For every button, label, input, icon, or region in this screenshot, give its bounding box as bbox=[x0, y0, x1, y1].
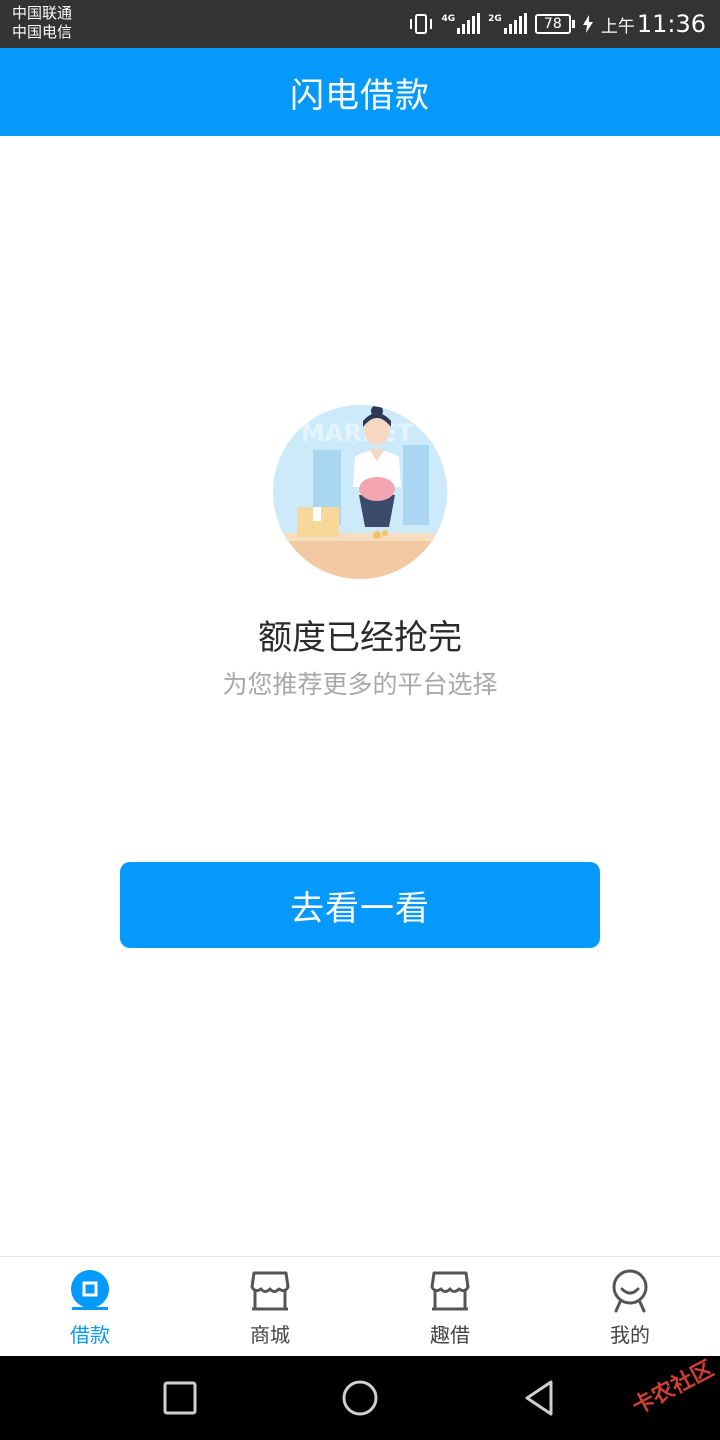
tab-fun-loan-label: 趣借 bbox=[430, 1323, 470, 1347]
vibrate-icon bbox=[409, 14, 432, 34]
tab-mall-label: 商城 bbox=[250, 1323, 290, 1347]
carrier-2: 中国电信 bbox=[12, 23, 73, 41]
signal-icon bbox=[503, 13, 527, 34]
tab-profile-label: 我的 bbox=[610, 1323, 650, 1347]
loan-icon bbox=[71, 1270, 109, 1310]
back-triangle-icon[interactable] bbox=[519, 1377, 561, 1419]
page-title: 闪电借款 bbox=[290, 75, 430, 116]
carrier-info: 中国联通 中国电信 bbox=[12, 4, 72, 42]
tab-loan[interactable]: 借款 bbox=[0, 1257, 180, 1356]
status-bar: 中国联通 中国电信 4G 2G 78 上午 11:36 bbox=[0, 0, 720, 48]
app-header: 闪电借款 bbox=[0, 48, 720, 136]
signal-icon bbox=[457, 13, 481, 34]
system-nav-bar: 卡农社区 bbox=[0, 1356, 720, 1440]
go-see-button[interactable]: 去看一看 bbox=[120, 862, 600, 948]
clock-ampm: 上午 bbox=[600, 17, 635, 37]
recommendation-subtitle: 为您推荐更多的平台选择 bbox=[222, 670, 498, 699]
home-circle-icon[interactable] bbox=[339, 1377, 381, 1419]
network-type-1: 4G bbox=[441, 14, 456, 24]
illustration-text: MARKET bbox=[301, 419, 414, 447]
tab-profile[interactable]: 我的 bbox=[540, 1257, 720, 1356]
watermark: 卡农社区 bbox=[628, 1356, 718, 1420]
profile-icon bbox=[612, 1269, 648, 1313]
clock-time: 11:36 bbox=[636, 10, 706, 38]
store-icon bbox=[250, 1271, 290, 1311]
tab-mall[interactable]: 商城 bbox=[180, 1257, 360, 1356]
carrier-1: 中国联通 bbox=[12, 4, 73, 22]
bottom-tab-bar: 借款 商城 趣借 我的 bbox=[0, 1256, 720, 1356]
market-illustration: MARKET bbox=[273, 405, 447, 579]
tab-loan-label: 借款 bbox=[70, 1323, 110, 1347]
clock: 上午 11:36 bbox=[601, 10, 706, 38]
battery-icon: 78 bbox=[534, 14, 575, 34]
recents-square-icon[interactable] bbox=[159, 1377, 201, 1419]
tab-fun-loan[interactable]: 趣借 bbox=[360, 1257, 540, 1356]
store-icon bbox=[430, 1271, 470, 1311]
charging-icon bbox=[582, 15, 593, 33]
quota-empty-title: 额度已经抢完 bbox=[258, 618, 462, 658]
battery-level: 78 bbox=[534, 14, 571, 34]
network-type-2: 2G bbox=[488, 14, 502, 24]
status-icons: 4G 2G 78 上午 11:36 bbox=[408, 0, 706, 48]
